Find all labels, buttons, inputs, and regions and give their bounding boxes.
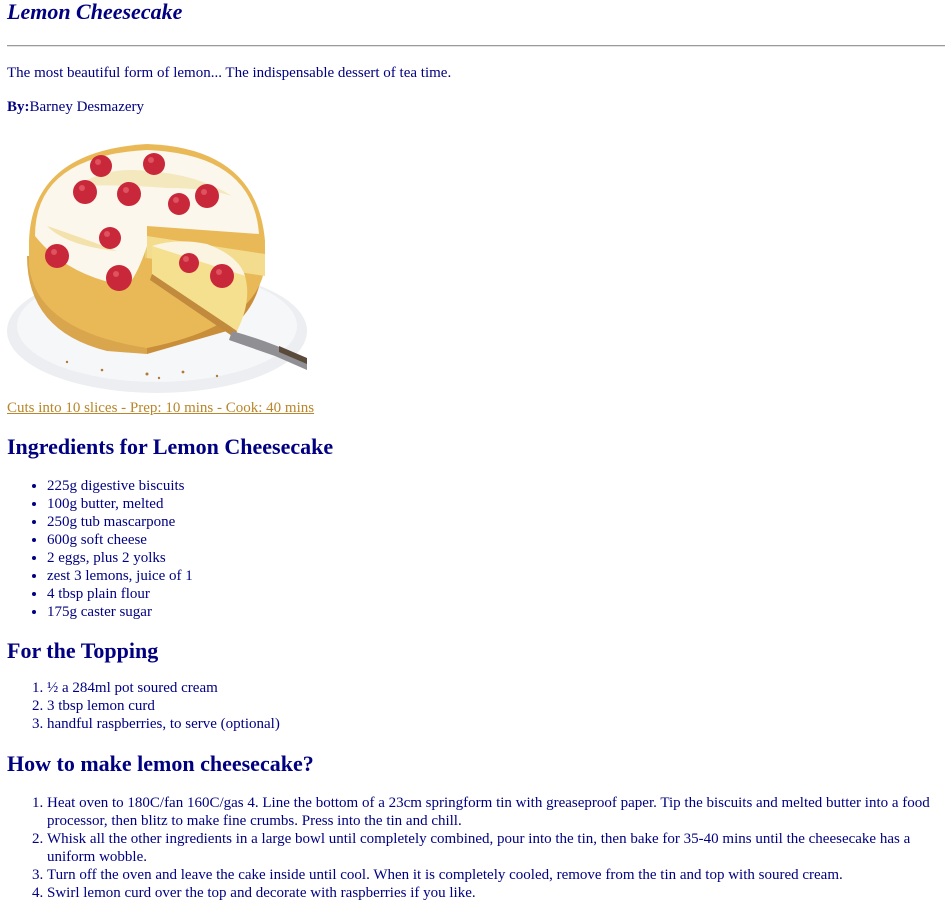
list-item: handful raspberries, to serve (optional) bbox=[47, 715, 945, 733]
recipe-page: Lemon Cheesecake The most beautiful form… bbox=[0, 0, 952, 902]
list-item: 100g butter, melted bbox=[47, 495, 945, 513]
list-item: Whisk all the other ingredients in a lar… bbox=[47, 830, 945, 866]
divider bbox=[7, 45, 945, 47]
topping-list: ½ a 284ml pot soured cream 3 tbsp lemon … bbox=[7, 679, 945, 733]
by-label: By: bbox=[7, 99, 30, 115]
list-item: 3 tbsp lemon curd bbox=[47, 697, 945, 715]
page-title: Lemon Cheesecake bbox=[7, 0, 183, 24]
cheesecake-photo bbox=[7, 126, 307, 398]
list-item: 250g tub mascarpone bbox=[47, 513, 945, 531]
list-item: ½ a 284ml pot soured cream bbox=[47, 679, 945, 697]
list-item: 175g caster sugar bbox=[47, 603, 945, 621]
list-item: zest 3 lemons, juice of 1 bbox=[47, 567, 945, 585]
list-item: Heat oven to 180C/fan 160C/gas 4. Line t… bbox=[47, 794, 945, 830]
ingredients-list: 225g digestive biscuits 100g butter, mel… bbox=[7, 477, 945, 621]
method-list: Heat oven to 180C/fan 160C/gas 4. Line t… bbox=[7, 794, 945, 902]
ingredients-heading: Ingredients for Lemon Cheesecake bbox=[7, 434, 334, 459]
list-item: Turn off the oven and leave the cake ins… bbox=[47, 866, 945, 884]
list-item: 600g soft cheese bbox=[47, 531, 945, 549]
list-item: 2 eggs, plus 2 yolks bbox=[47, 549, 945, 567]
byline: By:Barney Desmazery bbox=[7, 97, 945, 117]
list-item: Swirl lemon curd over the top and decora… bbox=[47, 884, 945, 902]
tagline: The most beautiful form of lemon... The … bbox=[7, 65, 452, 81]
author-name: Barney Desmazery bbox=[29, 99, 145, 115]
topping-heading: For the Topping bbox=[7, 638, 159, 663]
recipe-meta-link[interactable]: Cuts into 10 slices - Prep: 10 mins - Co… bbox=[7, 398, 314, 418]
list-item: 225g digestive biscuits bbox=[47, 477, 945, 495]
method-heading: How to make lemon cheesecake? bbox=[7, 751, 314, 776]
list-item: 4 tbsp plain flour bbox=[47, 585, 945, 603]
